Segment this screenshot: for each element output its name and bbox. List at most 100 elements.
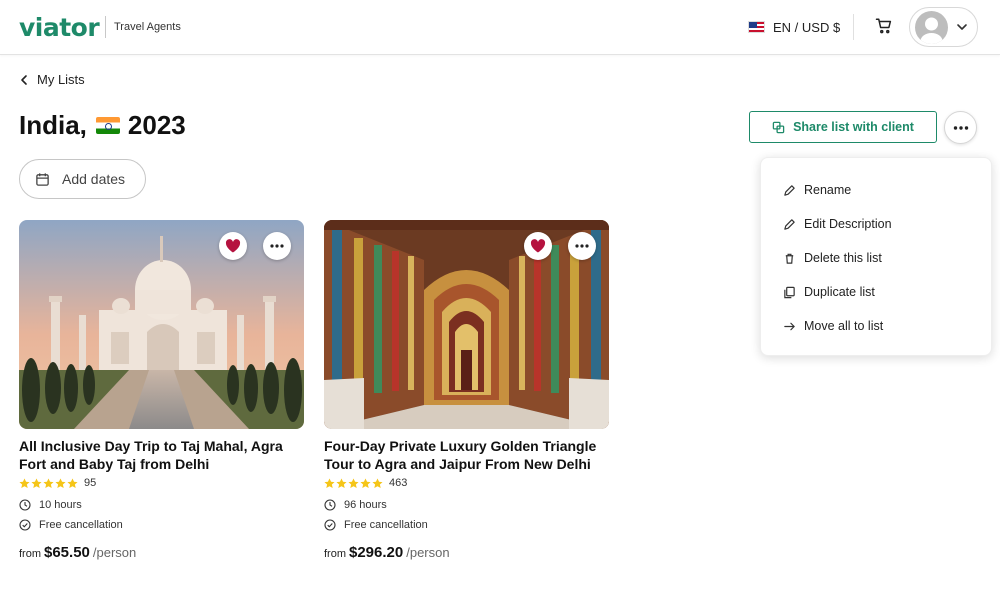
page-title: India, 2023 xyxy=(19,110,186,141)
menu-item-label: Delete this list xyxy=(804,251,882,265)
add-dates-button[interactable]: Add dates xyxy=(19,159,146,199)
card-options-button[interactable] xyxy=(263,232,291,260)
avatar xyxy=(915,11,948,44)
price-unit: /person xyxy=(406,545,450,560)
star-icon xyxy=(43,477,54,488)
jaipur-palace-corridor-photo[interactable] xyxy=(324,220,609,429)
menu-item-label: Rename xyxy=(804,183,852,197)
tour-card[interactable]: Four-Day Private Luxury Golden Triangle … xyxy=(324,220,609,561)
star-icon xyxy=(360,477,371,488)
cancellation-text: Free cancellation xyxy=(344,519,428,531)
logo-subtitle: Travel Agents xyxy=(114,21,181,33)
menu-item-label: Duplicate list xyxy=(804,285,875,299)
more-horizontal-icon xyxy=(270,244,284,248)
heart-icon xyxy=(225,239,241,253)
cart-icon xyxy=(875,18,892,34)
title-year: 2023 xyxy=(127,110,186,140)
tour-card[interactable]: All Inclusive Day Trip to Taj Mahal, Agr… xyxy=(19,220,304,561)
cancellation-row: Free cancellation xyxy=(19,518,304,532)
favorite-button[interactable] xyxy=(219,232,247,260)
star-icon xyxy=(55,477,66,488)
price: from $296.20 /person xyxy=(324,544,609,561)
arrow-right-icon xyxy=(784,322,795,330)
duration-row: 10 hours xyxy=(19,498,304,512)
check-circle-icon xyxy=(19,519,31,531)
clock-icon xyxy=(324,499,336,511)
price: from $65.50 /person xyxy=(19,544,304,561)
locale-currency-selector[interactable]: EN / USD $ xyxy=(748,17,840,37)
star-icon xyxy=(348,477,359,488)
header-divider xyxy=(853,14,854,40)
price-amount: $296.20 xyxy=(349,544,404,561)
price-unit: /person xyxy=(92,545,137,560)
star-icon xyxy=(324,477,335,488)
menu-item-duplicate-list[interactable]: Duplicate list xyxy=(783,282,875,302)
tour-title-line: Four-Day Private Luxury Golden Triangle xyxy=(324,438,597,454)
card-options-button[interactable] xyxy=(568,232,596,260)
share-list-button[interactable]: Share list with client xyxy=(749,111,937,143)
star-rating xyxy=(324,477,383,489)
review-count: 95 xyxy=(84,477,97,489)
viator-logo[interactable]: viator xyxy=(19,13,100,42)
share-copy-icon xyxy=(772,121,785,133)
chevron-left-icon xyxy=(21,74,27,85)
duration-row: 96 hours xyxy=(324,498,609,512)
account-menu-button[interactable] xyxy=(909,7,978,47)
menu-item-delete-list[interactable]: Delete this list xyxy=(783,248,882,268)
duration-text: 96 hours xyxy=(344,499,387,511)
tour-title-line: All Inclusive Day Trip to Taj Mahal, Agr… xyxy=(19,438,283,454)
star-icon xyxy=(336,477,347,488)
more-horizontal-icon xyxy=(575,244,589,248)
menu-item-rename[interactable]: Rename xyxy=(783,180,851,200)
tour-title-line: Fort and Baby Taj from Delhi xyxy=(19,456,210,472)
top-header: viator Travel Agents EN / USD $ xyxy=(0,0,1000,55)
chevron-down-icon xyxy=(957,24,967,30)
clock-icon xyxy=(19,499,31,511)
star-icon xyxy=(67,477,78,488)
tour-title-line: Tour to Agra and Jaipur From New Delhi xyxy=(324,456,591,472)
title-prefix: India, xyxy=(19,110,87,140)
check-circle-icon xyxy=(324,519,336,531)
star-icon xyxy=(19,477,30,488)
price-prefix: from xyxy=(19,548,41,560)
cancellation-row: Free cancellation xyxy=(324,518,609,532)
price-prefix: from xyxy=(324,548,346,560)
menu-item-edit-description[interactable]: Edit Description xyxy=(783,214,892,234)
trash-icon xyxy=(785,253,794,264)
pencil-icon xyxy=(784,218,795,230)
favorite-button[interactable] xyxy=(524,232,552,260)
price-amount: $65.50 xyxy=(44,544,90,561)
duration-text: 10 hours xyxy=(39,499,82,511)
list-options-menu: Rename Edit Description Delete this list… xyxy=(760,157,992,356)
share-label: Share list with client xyxy=(793,120,914,134)
india-flag-icon xyxy=(95,117,120,134)
menu-item-move-all-to-list[interactable]: Move all to list xyxy=(783,316,883,336)
logo-divider xyxy=(105,16,106,38)
review-count: 463 xyxy=(389,477,408,489)
us-flag-icon xyxy=(748,21,765,33)
taj-mahal-image xyxy=(19,220,304,429)
rating: 463 xyxy=(324,477,609,489)
pencil-icon xyxy=(784,184,795,196)
rating: 95 xyxy=(19,477,304,489)
add-dates-label: Add dates xyxy=(62,171,126,187)
more-horizontal-icon xyxy=(953,125,968,130)
star-rating xyxy=(19,477,78,489)
list-options-button[interactable] xyxy=(944,111,977,144)
calendar-icon xyxy=(36,172,49,186)
cart-button[interactable] xyxy=(873,15,895,37)
taj-mahal-photo[interactable] xyxy=(19,220,304,429)
locale-label: EN / USD $ xyxy=(773,19,841,35)
user-icon xyxy=(920,17,943,44)
tour-title[interactable]: All Inclusive Day Trip to Taj Mahal, Agr… xyxy=(19,437,304,473)
back-to-my-lists-link[interactable]: My Lists xyxy=(19,72,85,87)
tour-title[interactable]: Four-Day Private Luxury Golden Triangle … xyxy=(324,437,609,473)
star-icon xyxy=(372,477,383,488)
cancellation-text: Free cancellation xyxy=(39,519,123,531)
menu-item-label: Edit Description xyxy=(804,217,892,231)
star-icon xyxy=(31,477,42,488)
menu-item-label: Move all to list xyxy=(804,319,884,333)
duplicate-icon xyxy=(784,286,795,298)
back-label: My Lists xyxy=(37,72,85,87)
palace-corridor-image xyxy=(324,220,609,429)
